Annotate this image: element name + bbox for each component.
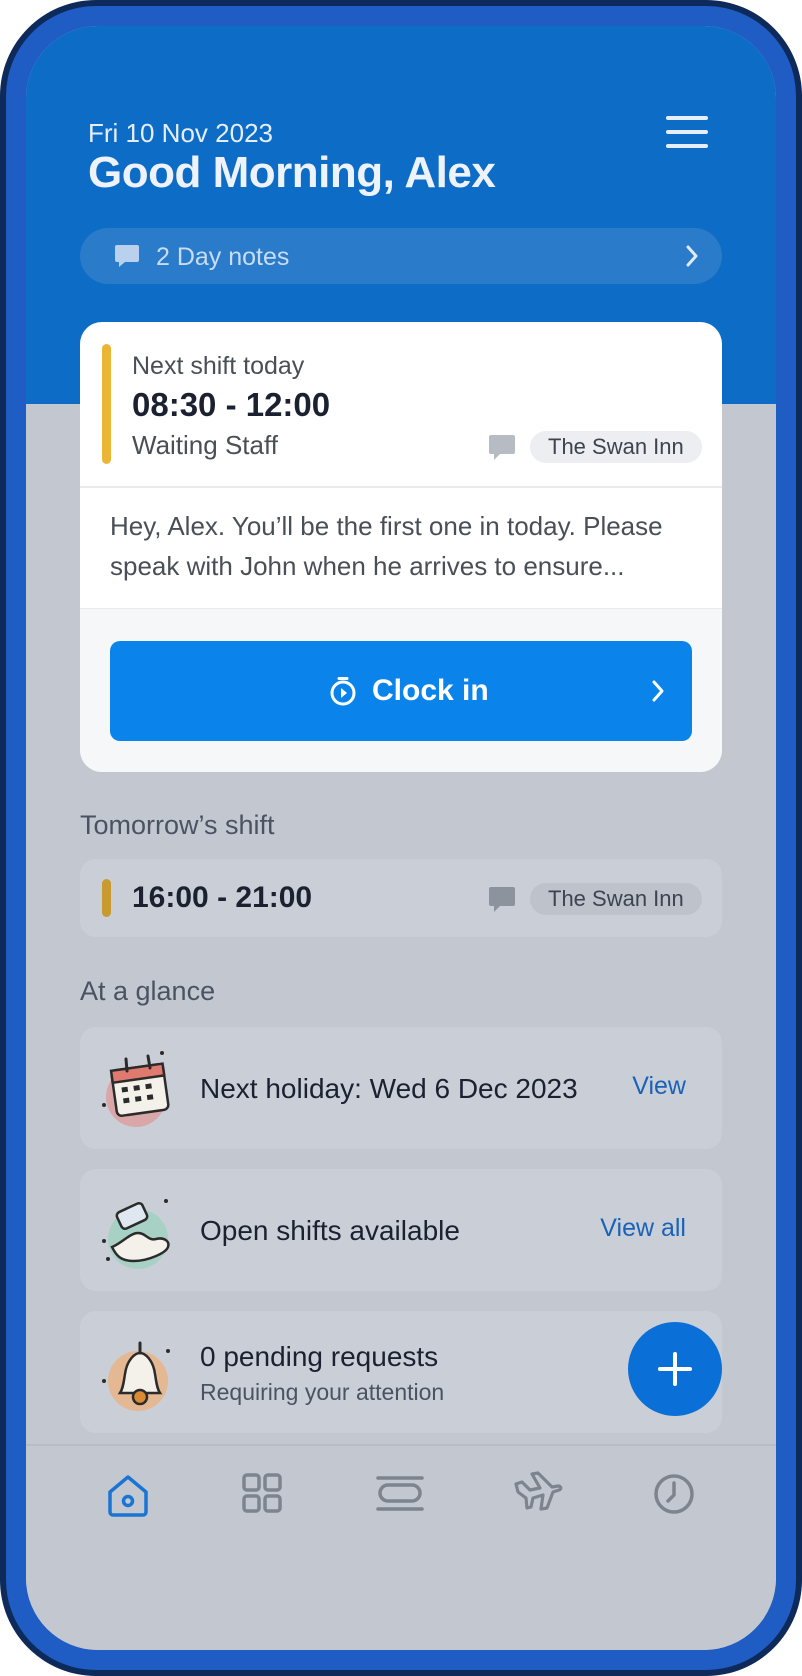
tab-holiday[interactable] bbox=[508, 1466, 568, 1522]
tomorrow-shift-card[interactable]: 16:00 - 21:00 The Swan Inn bbox=[80, 859, 722, 937]
tab-grid[interactable] bbox=[232, 1466, 292, 1522]
venue-badge: The Swan Inn bbox=[530, 883, 702, 915]
clock-in-area: Clock in bbox=[80, 608, 722, 772]
view-holiday-link[interactable]: View bbox=[632, 1072, 686, 1101]
tomorrow-shift-time: 16:00 - 21:00 bbox=[132, 881, 313, 914]
view-all-shifts-link[interactable]: View all bbox=[600, 1214, 686, 1243]
next-shift-label: Next shift today bbox=[132, 352, 305, 380]
pending-requests-card[interactable]: 0 pending requests Requiring your attent… bbox=[80, 1311, 722, 1433]
hamburger-menu-icon[interactable] bbox=[666, 116, 708, 150]
comment-icon[interactable] bbox=[488, 886, 516, 914]
clock-icon bbox=[654, 1474, 694, 1514]
hand-phone-illustration-icon bbox=[102, 1199, 170, 1269]
add-button[interactable] bbox=[628, 1322, 722, 1416]
app-screen: Fri 10 Nov 2023 Good Morning, Alex 2 Day… bbox=[26, 26, 776, 1650]
pending-requests-subtitle: Requiring your attention bbox=[200, 1379, 445, 1405]
bell-illustration-icon bbox=[102, 1341, 170, 1411]
open-shifts-card[interactable]: Open shifts available View all bbox=[80, 1169, 722, 1291]
shift-accent-bar bbox=[102, 879, 111, 917]
bottom-tab-bar bbox=[26, 1444, 776, 1650]
tab-time[interactable] bbox=[644, 1466, 704, 1522]
tab-home[interactable] bbox=[98, 1466, 158, 1522]
chevron-right-icon bbox=[652, 680, 664, 702]
tab-shifts[interactable] bbox=[370, 1466, 430, 1522]
device-frame: Fri 10 Nov 2023 Good Morning, Alex 2 Day… bbox=[0, 0, 802, 1676]
current-date: Fri 10 Nov 2023 bbox=[88, 118, 273, 148]
chevron-right-icon bbox=[686, 245, 698, 267]
shift-accent-bar bbox=[102, 344, 111, 464]
shift-message: Hey, Alex. You’ll be the first one in to… bbox=[110, 511, 663, 581]
calendar-illustration-icon bbox=[102, 1051, 170, 1127]
venue-badge: The Swan Inn bbox=[530, 431, 702, 463]
glance-section-title: At a glance bbox=[80, 976, 216, 1006]
next-shift-role: Waiting Staff bbox=[132, 430, 278, 460]
stack-icon bbox=[376, 1476, 424, 1511]
day-notes-label: 2 Day notes bbox=[156, 243, 290, 271]
next-shift-time: 08:30 - 12:00 bbox=[132, 386, 331, 423]
next-shift-card[interactable]: Next shift today 08:30 - 12:00 Waiting S… bbox=[80, 322, 722, 772]
tomorrow-section-title: Tomorrow’s shift bbox=[80, 810, 275, 840]
open-shifts-title: Open shifts available bbox=[200, 1215, 460, 1246]
home-icon bbox=[108, 1475, 148, 1517]
day-notes-button[interactable]: 2 Day notes bbox=[80, 228, 722, 284]
holiday-title: Next holiday: Wed 6 Dec 2023 bbox=[200, 1073, 578, 1104]
clock-in-label: Clock in bbox=[372, 674, 489, 707]
comment-icon bbox=[115, 245, 139, 267]
plane-icon bbox=[514, 1471, 563, 1511]
greeting-title: Good Morning, Alex bbox=[88, 148, 496, 197]
holiday-card[interactable]: Next holiday: Wed 6 Dec 2023 View bbox=[80, 1027, 722, 1149]
pending-requests-title: 0 pending requests bbox=[200, 1341, 439, 1372]
clock-in-button[interactable]: Clock in bbox=[110, 641, 692, 741]
stopwatch-icon bbox=[330, 677, 356, 706]
comment-icon[interactable] bbox=[488, 434, 516, 462]
grid-icon bbox=[242, 1473, 282, 1513]
divider bbox=[80, 486, 722, 488]
